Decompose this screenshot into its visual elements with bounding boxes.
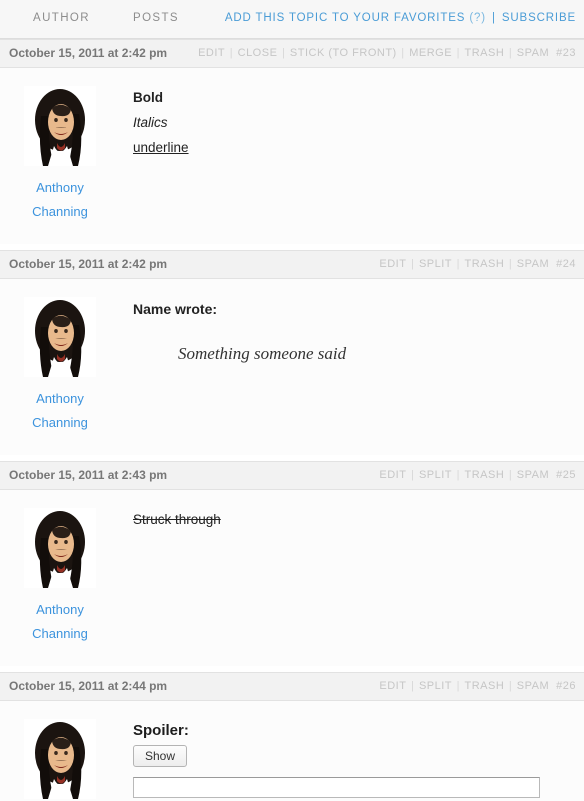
mod-divider: |	[226, 47, 237, 59]
post-moderation-links: EDIT | SPLIT | TRASH | SPAM #24	[379, 258, 576, 270]
author-link-first[interactable]: Anthony	[36, 602, 84, 617]
mod-link-edit[interactable]: EDIT	[198, 47, 225, 59]
post-content: Name wrote: Something someone said	[133, 279, 584, 383]
mod-divider: |	[453, 680, 464, 692]
author-link-last[interactable]: Channing	[32, 415, 88, 430]
author-column: Anthony Channing	[0, 490, 120, 646]
post-moderation-links: EDIT | CLOSE | STICK (TO FRONT) | MERGE …	[198, 47, 576, 59]
author-link-last[interactable]: Channing	[32, 626, 88, 641]
avatar	[24, 86, 96, 166]
post-25: October 15, 2011 at 2:43 pm EDIT | SPLIT…	[0, 461, 584, 666]
post-content: Bold Italics underline	[133, 68, 584, 179]
column-header-posts: POSTS	[133, 12, 179, 24]
text-italic-sample: Italics	[133, 115, 168, 130]
quote-attribution: Name wrote:	[133, 301, 218, 317]
post-body: Anthony Channing Name wrote: Something s…	[0, 279, 584, 455]
post-body: Anthony Channing Spoiler: Show	[0, 701, 584, 801]
mod-link-trash[interactable]: TRASH	[465, 258, 505, 270]
subscribe-link[interactable]: SUBSCRIBE	[502, 12, 576, 24]
mod-link-close[interactable]: CLOSE	[238, 47, 278, 59]
author-name: Anthony Channing	[0, 598, 120, 646]
post-header: October 15, 2011 at 2:44 pm EDIT | SPLIT…	[0, 672, 584, 701]
text-underline-sample: underline	[133, 140, 189, 155]
post-moderation-links: EDIT | SPLIT | TRASH | SPAM #25	[379, 469, 576, 481]
mod-divider: |	[453, 47, 464, 59]
mod-link-spam[interactable]: SPAM	[517, 47, 549, 59]
mod-divider: |	[397, 47, 409, 59]
spoiler-show-button[interactable]: Show	[133, 745, 188, 767]
favorites-help-marker[interactable]: (?)	[469, 12, 486, 24]
mod-link-edit[interactable]: EDIT	[379, 258, 406, 270]
mod-link-trash[interactable]: TRASH	[465, 680, 505, 692]
mod-divider: |	[453, 258, 464, 270]
mod-divider: |	[407, 469, 418, 481]
post-header: October 15, 2011 at 2:42 pm EDIT | SPLIT…	[0, 250, 584, 279]
post-body: Anthony Channing Struck through	[0, 490, 584, 666]
mod-link-spam[interactable]: SPAM	[517, 469, 549, 481]
mod-link-spam[interactable]: SPAM	[517, 258, 549, 270]
blockquote: Something someone said	[178, 344, 347, 363]
avatar	[24, 508, 96, 588]
mod-divider: |	[505, 469, 516, 481]
spoiler-label: Spoiler:	[133, 722, 189, 739]
author-column: Anthony Channing	[0, 279, 120, 435]
post-content: Spoiler: Show	[133, 701, 584, 801]
author-column: Anthony Channing	[0, 701, 120, 801]
avatar	[24, 719, 96, 799]
mod-divider: |	[407, 258, 418, 270]
post-date: October 15, 2011 at 2:44 pm	[9, 679, 168, 693]
mod-divider: |	[505, 680, 516, 692]
text-strikethrough-sample: Struck through	[133, 512, 221, 527]
column-header-author: AUTHOR	[33, 12, 90, 24]
actions-divider: |	[491, 12, 496, 24]
post-header: October 15, 2011 at 2:42 pm EDIT | CLOSE…	[0, 39, 584, 68]
post-body: Anthony Channing Bold Italics underline	[0, 68, 584, 244]
mod-link-split[interactable]: SPLIT	[419, 469, 452, 481]
post-26: October 15, 2011 at 2:44 pm EDIT | SPLIT…	[0, 672, 584, 801]
post-number: #24	[556, 258, 576, 270]
add-to-favorites-link[interactable]: ADD THIS TOPIC TO YOUR FAVORITES	[225, 12, 465, 24]
author-name: Anthony Channing	[0, 176, 120, 224]
mod-link-split[interactable]: SPLIT	[419, 680, 452, 692]
author-link-first[interactable]: Anthony	[36, 391, 84, 406]
avatar	[24, 297, 96, 377]
post-23: October 15, 2011 at 2:42 pm EDIT | CLOSE…	[0, 39, 584, 244]
author-name: Anthony Channing	[0, 387, 120, 435]
mod-divider: |	[407, 680, 418, 692]
spoiler-text-input[interactable]	[133, 777, 540, 798]
post-number: #25	[556, 469, 576, 481]
mod-link-edit[interactable]: EDIT	[379, 680, 406, 692]
mod-link-stick[interactable]: STICK (TO FRONT)	[290, 47, 397, 59]
mod-link-merge[interactable]: MERGE	[409, 47, 452, 59]
mod-link-trash[interactable]: TRASH	[465, 469, 505, 481]
post-date: October 15, 2011 at 2:42 pm	[9, 46, 168, 60]
topic-header-bar: AUTHOR POSTS ADD THIS TOPIC TO YOUR FAVO…	[0, 0, 584, 39]
mod-link-spam[interactable]: SPAM	[517, 680, 549, 692]
post-moderation-links: EDIT | SPLIT | TRASH | SPAM #26	[379, 680, 576, 692]
text-bold-sample: Bold	[133, 90, 163, 105]
post-number: #23	[556, 47, 576, 59]
mod-link-trash[interactable]: TRASH	[465, 47, 505, 59]
author-link-last[interactable]: Channing	[32, 204, 88, 219]
mod-divider: |	[505, 47, 516, 59]
post-date: October 15, 2011 at 2:42 pm	[9, 257, 168, 271]
post-date: October 15, 2011 at 2:43 pm	[9, 468, 168, 482]
author-column: Anthony Channing	[0, 68, 120, 224]
post-header: October 15, 2011 at 2:43 pm EDIT | SPLIT…	[0, 461, 584, 490]
author-link-first[interactable]: Anthony	[36, 180, 84, 195]
topic-actions: ADD THIS TOPIC TO YOUR FAVORITES (?) | S…	[225, 12, 576, 24]
post-content: Struck through	[133, 490, 584, 551]
mod-divider: |	[505, 258, 516, 270]
mod-divider: |	[278, 47, 289, 59]
mod-link-edit[interactable]: EDIT	[379, 469, 406, 481]
post-number: #26	[556, 680, 576, 692]
post-24: October 15, 2011 at 2:42 pm EDIT | SPLIT…	[0, 250, 584, 455]
mod-divider: |	[453, 469, 464, 481]
mod-link-split[interactable]: SPLIT	[419, 258, 452, 270]
